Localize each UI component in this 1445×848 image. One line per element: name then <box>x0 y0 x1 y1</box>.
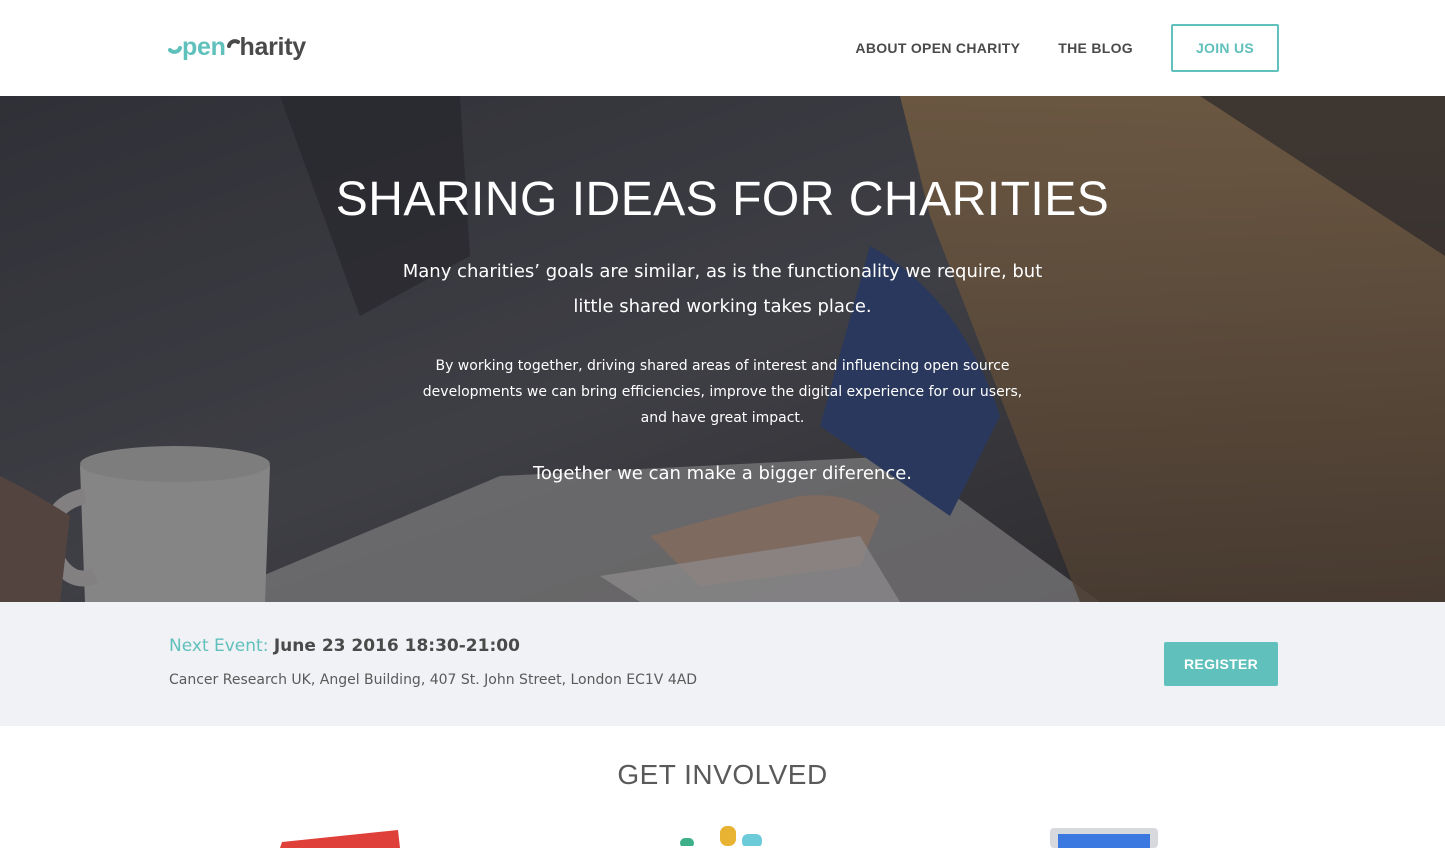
slack-icon[interactable] <box>680 826 770 846</box>
monitor-icon[interactable] <box>1050 828 1160 848</box>
event-label: Next Event: <box>169 636 269 656</box>
ticket-icon[interactable] <box>280 828 402 848</box>
next-event-bar: Next Event: June 23 2016 18:30-21:00 Can… <box>0 602 1445 726</box>
hero-body-text: By working together, driving shared area… <box>422 358 1023 426</box>
register-button[interactable]: REGISTER <box>1164 642 1278 686</box>
get-involved-title: GET INVOLVED <box>617 759 828 790</box>
open-charity-logo[interactable]: pen harity <box>168 30 306 64</box>
main-nav: ABOUT OPEN CHARITY THE BLOG JOIN US <box>855 24 1279 72</box>
logo-open-text: pen <box>182 32 226 61</box>
hero-title: SHARING IDEAS FOR CHARITIES <box>335 173 1110 226</box>
nav-the-blog[interactable]: THE BLOG <box>1058 40 1133 56</box>
event-address: Cancer Research UK, Angel Building, 407 … <box>169 672 698 688</box>
hero-lead-text: Many charities’ goals are similar, as is… <box>402 261 1043 317</box>
event-heading: Next Event: June 23 2016 18:30-21:00 <box>169 636 520 656</box>
nav-about-open-charity[interactable]: ABOUT OPEN CHARITY <box>855 40 1020 56</box>
site-header: pen harity ABOUT OPEN CHARITY THE BLOG J… <box>0 0 1445 96</box>
get-involved-section: GET INVOLVED <box>0 726 1445 848</box>
event-date: June 23 2016 18:30-21:00 <box>273 636 520 656</box>
join-us-button[interactable]: JOIN US <box>1171 24 1279 72</box>
logo-c-arc-icon <box>226 39 240 48</box>
hero-banner: SHARING IDEAS FOR CHARITIES Many chariti… <box>0 96 1445 602</box>
logo-o-arc-icon <box>168 46 182 54</box>
logo-charity-text: harity <box>239 32 307 61</box>
hero-tagline: Together we can make a bigger diference. <box>532 463 913 484</box>
